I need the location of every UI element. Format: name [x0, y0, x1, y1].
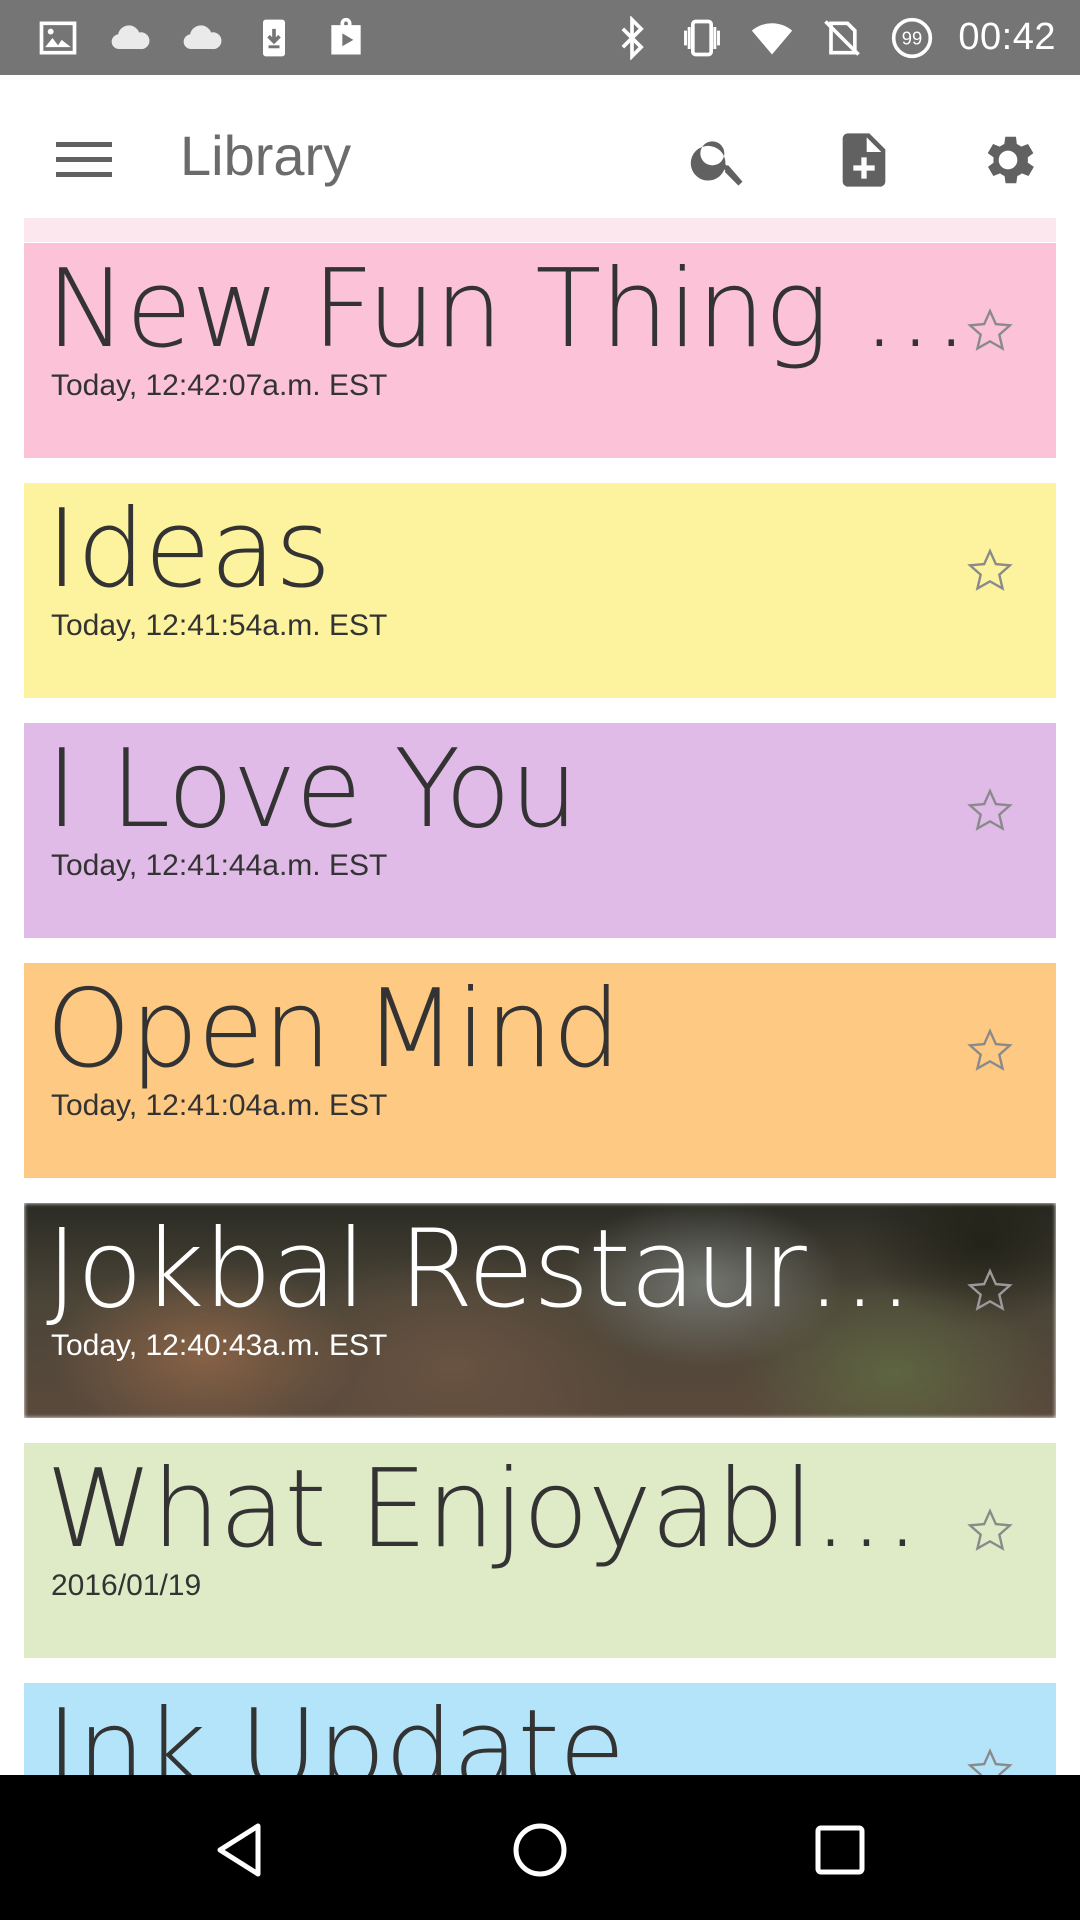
note-date: Today, 12:41:54a.m. EST: [51, 609, 388, 642]
no-sim-icon: [818, 14, 866, 62]
star-icon: [967, 1508, 1013, 1551]
note-date: 2016/01/19: [51, 1569, 202, 1602]
back-button[interactable]: [190, 1805, 290, 1895]
clock: 00:42: [958, 16, 1056, 58]
battery-icon: 99: [888, 14, 936, 62]
back-icon: [217, 1823, 261, 1877]
note-card[interactable]: Ink Update: [24, 1683, 1056, 1775]
note-title: What Enjoyable...: [46, 1451, 976, 1570]
star-icon: [967, 1748, 1013, 1775]
note-title: I Love You: [46, 731, 578, 850]
notes-list[interactable]: New Fun Thing T... Today, 12:42:07a.m. E…: [24, 218, 1056, 1775]
recents-button[interactable]: [790, 1805, 890, 1895]
favorite-button[interactable]: [962, 783, 1018, 839]
note-title: Jokbal Restaurant: [46, 1211, 976, 1330]
new-note-button[interactable]: [822, 118, 906, 202]
status-bar: 99 00:42: [0, 0, 1080, 75]
list-item-partial[interactable]: [24, 218, 1056, 242]
star-icon: [967, 1268, 1013, 1311]
menu-icon: [56, 142, 112, 177]
note-title: New Fun Thing T...: [46, 251, 976, 370]
play-store-icon: [322, 14, 370, 62]
note-card[interactable]: What Enjoyable... 2016/01/19: [24, 1443, 1056, 1658]
download-icon: [250, 14, 298, 62]
system-icons: 99 00:42: [608, 0, 1056, 75]
star-icon: [967, 308, 1013, 351]
navigation-bar: [0, 1775, 1080, 1920]
favorite-button[interactable]: [962, 303, 1018, 359]
favorite-button[interactable]: [962, 1023, 1018, 1079]
note-date: Today, 12:41:04a.m. EST: [51, 1089, 388, 1122]
settings-button[interactable]: [966, 118, 1050, 202]
favorite-button[interactable]: [962, 1743, 1018, 1775]
notification-icons: [34, 0, 370, 75]
bluetooth-icon: [608, 14, 656, 62]
note-date: Today, 12:42:07a.m. EST: [51, 369, 388, 402]
image-icon: [34, 14, 82, 62]
star-icon: [967, 788, 1013, 831]
star-icon: [967, 1028, 1013, 1071]
favorite-button[interactable]: [962, 1503, 1018, 1559]
favorite-button[interactable]: [962, 1263, 1018, 1319]
note-date: Today, 12:40:43a.m. EST: [51, 1329, 388, 1362]
cloud-icon: [106, 14, 154, 62]
search-button[interactable]: [677, 118, 761, 202]
note-card[interactable]: Open Mind Today, 12:41:04a.m. EST: [24, 963, 1056, 1178]
recents-icon: [815, 1825, 865, 1875]
note-card[interactable]: I Love You Today, 12:41:44a.m. EST: [24, 723, 1056, 938]
menu-button[interactable]: [40, 125, 128, 195]
search-icon: [690, 141, 743, 186]
note-date: Today, 12:41:44a.m. EST: [51, 849, 388, 882]
note-card[interactable]: Ideas Today, 12:41:54a.m. EST: [24, 483, 1056, 698]
wifi-icon: [748, 14, 796, 62]
gear-icon: [987, 136, 1034, 184]
svg-text:99: 99: [902, 27, 922, 48]
page-title: Library: [180, 124, 352, 187]
home-icon: [513, 1823, 567, 1877]
new-note-icon: [842, 133, 886, 187]
star-icon: [967, 548, 1013, 591]
cloud-icon: [178, 14, 226, 62]
note-title: Open Mind: [46, 971, 620, 1090]
note-card[interactable]: Jokbal Restaurant Today, 12:40:43a.m. ES…: [24, 1203, 1056, 1418]
note-title: Ideas: [46, 491, 331, 610]
vibrate-icon: [678, 14, 726, 62]
favorite-button[interactable]: [962, 543, 1018, 599]
home-button[interactable]: [490, 1805, 590, 1895]
note-title: Ink Update: [46, 1691, 625, 1775]
note-card[interactable]: New Fun Thing T... Today, 12:42:07a.m. E…: [24, 243, 1056, 458]
